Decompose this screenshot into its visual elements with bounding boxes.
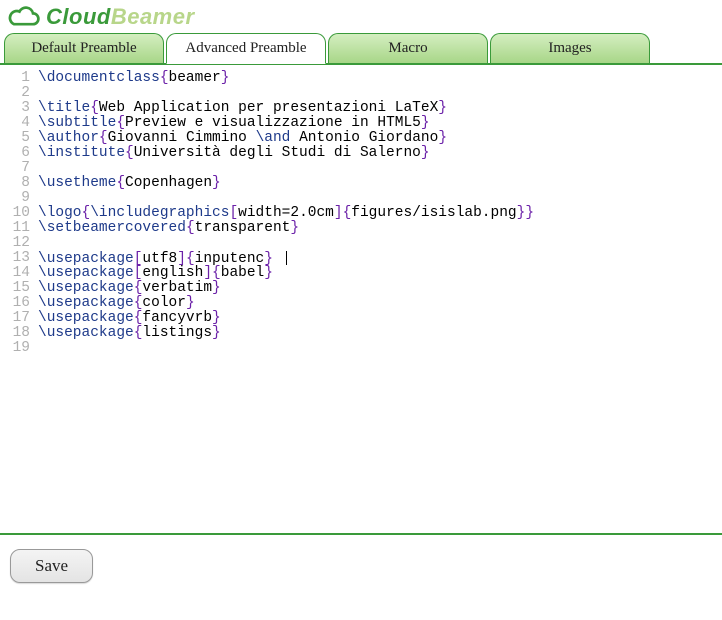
- app-logo: CloudBeamer: [0, 0, 722, 32]
- code-editor[interactable]: 12345678910111213141516171819 \documentc…: [0, 65, 722, 535]
- tab-images[interactable]: Images: [490, 33, 650, 63]
- tab-bar: Default PreambleAdvanced PreambleMacroIm…: [0, 32, 722, 65]
- code-line[interactable]: \usepackage{fancyvrb}: [38, 311, 534, 326]
- code-area[interactable]: \documentclass{beamer} \title{Web Applica…: [34, 65, 534, 533]
- footer: Save: [0, 535, 722, 597]
- code-line[interactable]: [38, 341, 534, 356]
- code-line[interactable]: \institute{Università degli Studi di Sal…: [38, 146, 534, 161]
- code-line[interactable]: [38, 161, 534, 176]
- code-line[interactable]: [38, 191, 534, 206]
- code-line[interactable]: \logo{\includegraphics[width=2.0cm]{figu…: [38, 206, 534, 221]
- tab-macro[interactable]: Macro: [328, 33, 488, 63]
- code-line[interactable]: \author{Giovanni Cimmino \and Antonio Gi…: [38, 131, 534, 146]
- save-button[interactable]: Save: [10, 549, 93, 583]
- code-line[interactable]: \setbeamercovered{transparent}: [38, 221, 534, 236]
- code-line[interactable]: \usepackage{verbatim}: [38, 281, 534, 296]
- text-cursor: [286, 251, 287, 265]
- code-line[interactable]: [38, 236, 534, 251]
- code-line[interactable]: \usetheme{Copenhagen}: [38, 176, 534, 191]
- tab-default-preamble[interactable]: Default Preamble: [4, 33, 164, 63]
- code-line[interactable]: [38, 86, 534, 101]
- code-line[interactable]: \usepackage{color}: [38, 296, 534, 311]
- tab-advanced-preamble[interactable]: Advanced Preamble: [166, 33, 326, 64]
- code-line[interactable]: \title{Web Application per presentazioni…: [38, 101, 534, 116]
- cloud-icon: [6, 4, 42, 30]
- code-line[interactable]: \usepackage[utf8]{inputenc}: [38, 251, 534, 266]
- code-line[interactable]: \subtitle{Preview e visualizzazione in H…: [38, 116, 534, 131]
- logo-text: CloudBeamer: [46, 4, 195, 30]
- line-gutter: 12345678910111213141516171819: [0, 65, 34, 533]
- code-line[interactable]: \usepackage[english]{babel}: [38, 266, 534, 281]
- code-line[interactable]: \usepackage{listings}: [38, 326, 534, 341]
- code-line[interactable]: \documentclass{beamer}: [38, 71, 534, 86]
